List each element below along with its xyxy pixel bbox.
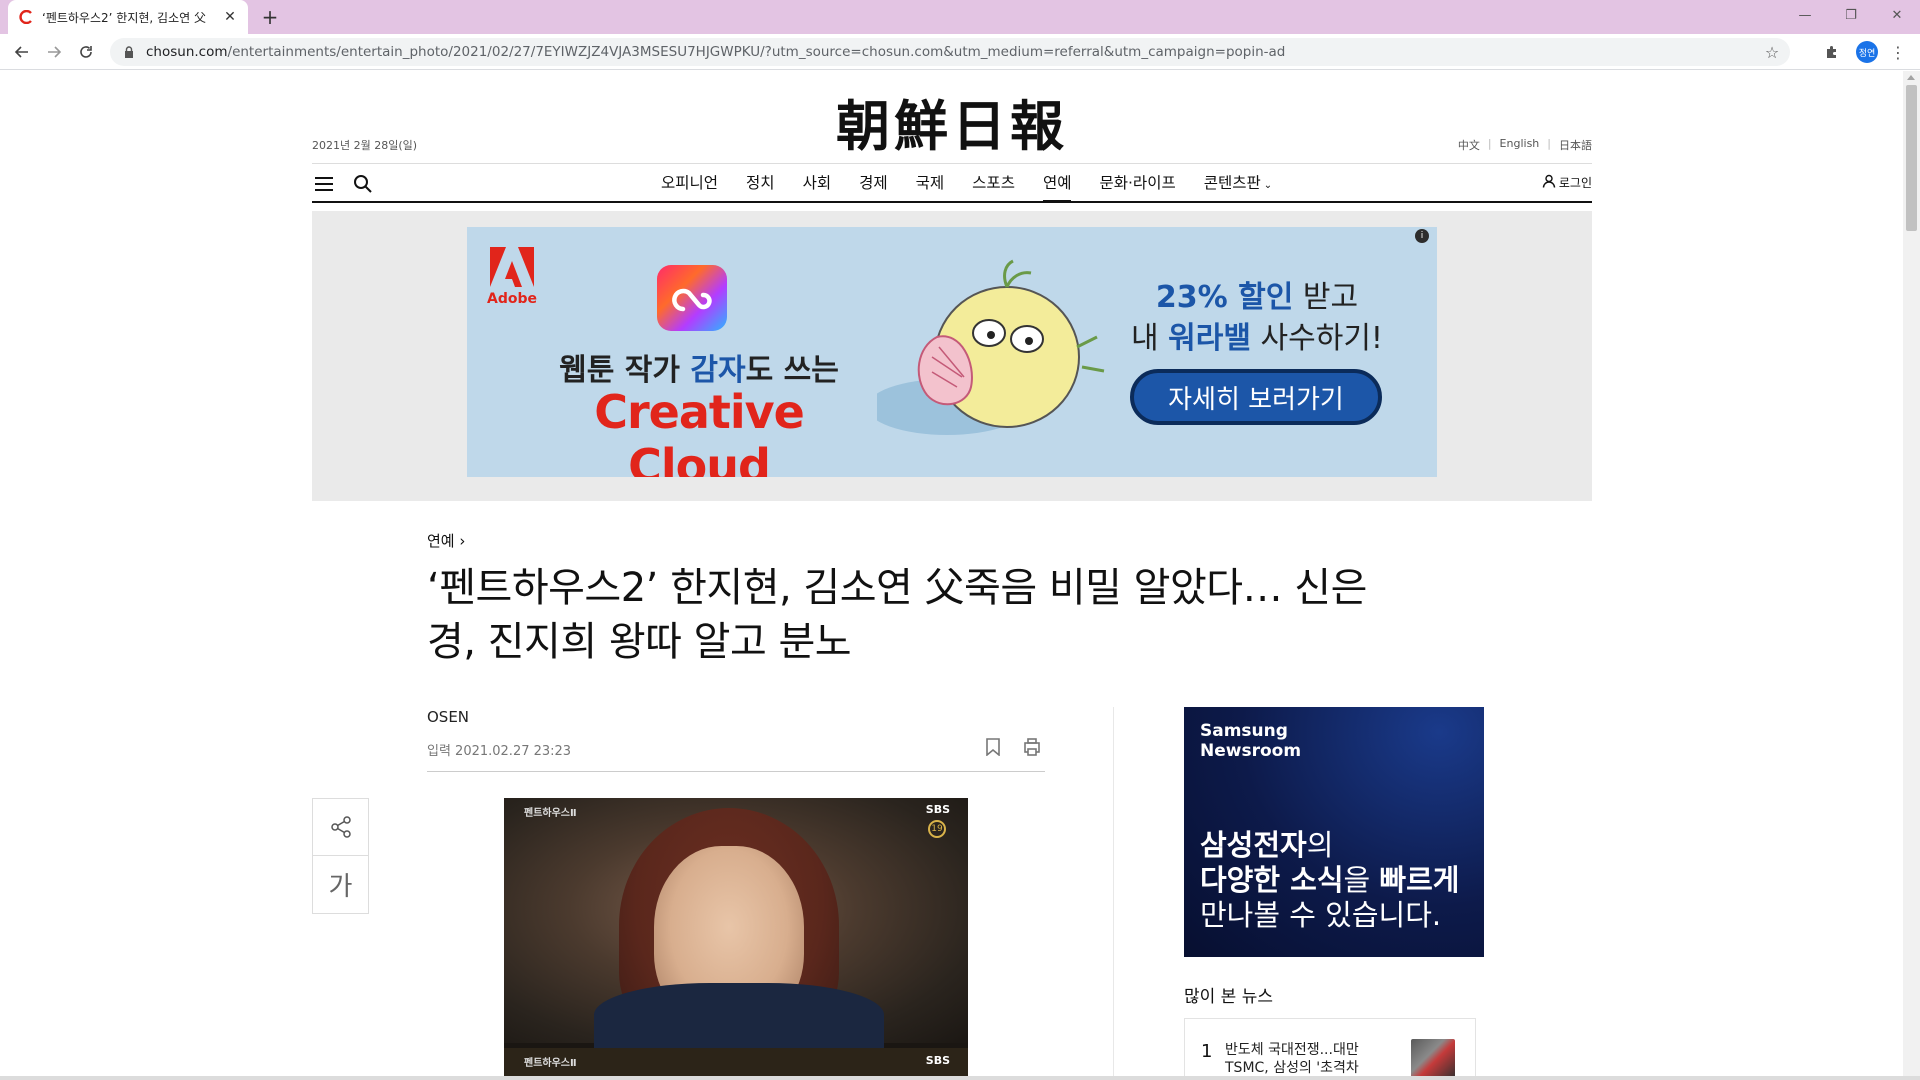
login-label: 로그인 [1558,176,1592,190]
article-photo[interactable]: 펜트하우스Ⅱ SBS 19 펜트하우스Ⅱ SBS [504,798,968,1080]
search-icon[interactable] [352,173,374,195]
hamburger-menu-icon[interactable] [314,174,334,194]
extensions-puzzle-icon[interactable] [1820,40,1844,64]
share-button[interactable] [313,799,368,856]
ad-headline-1: 웹툰 작가 감자도 쓰는 [559,353,839,388]
page-viewport: 朝鮮日報 2021년 2월 28일(일) 中文 | English | 日本語 … [0,71,1920,1080]
section-breadcrumb[interactable]: 연예 › [427,530,465,551]
article-headline: ‘펜트하우스2’ 한지현, 김소연 父죽음 비밀 알았다… 신은경, 진지희 왕… [427,565,1367,665]
ad-headline-2: Creative Cloud [594,385,805,477]
nav-item-politics[interactable]: 정치 [732,164,789,202]
nav-item-opinion[interactable]: 오피니언 [647,164,732,202]
photo-show-tag-2: 펜트하우스Ⅱ [524,1058,577,1069]
photo-rating-badge: 19 [928,820,946,838]
page-scrollbar[interactable] [1903,71,1920,1080]
column-divider [1113,707,1114,1080]
nav-item-content-label: 콘텐츠판 [1203,174,1261,192]
tab-title: ‘펜트하우스2’ 한지현, 김소연 父 [42,10,206,25]
url-text: chosun.com/entertainments/entertain_phot… [146,44,1286,60]
login-button[interactable]: 로그인 [1542,174,1592,191]
adobe-banner-ad[interactable]: i Adobe 웹툰 작가 감자도 쓰는 Creative Cloud 23% … [467,227,1437,477]
user-icon [1542,174,1556,191]
main-navigation: 오피니언 정치 사회 경제 국제 스포츠 연예 문화·라이프 콘텐츠판 ⌄ 로그인 [312,163,1592,203]
popular-rank: 1 [1201,1041,1213,1062]
ad-learn-more-button[interactable]: 자세히 보러가기 [1130,369,1382,425]
ad-discount-text: 23% 할인 받고 [1155,280,1359,315]
article-timestamp: 입력 2021.02.27 23:23 [427,744,572,759]
page-bottom-edge [0,1076,1920,1080]
samsung-newsroom-ad[interactable]: Samsung Newsroom 삼성전자의 다양한 소식을 빠르게 만나볼 수 … [1184,707,1484,957]
chosun-favicon-icon [18,9,34,25]
new-tab-button[interactable]: + [258,5,282,29]
reload-button[interactable] [74,40,98,64]
nav-item-entertainment[interactable]: 연예 [1029,164,1086,202]
article-side-tools: 가 [312,798,369,914]
bookmark-star-icon[interactable]: ☆ [1764,43,1780,62]
scroll-thumb[interactable] [1906,85,1917,231]
minimize-button[interactable]: — [1782,0,1828,30]
section-menu: 오피니언 정치 사회 경제 국제 스포츠 연예 문화·라이프 콘텐츠판 ⌄ [647,164,1286,202]
popular-headline: 반도체 국대전쟁...대만 TSMC, 삼성의 '초격차 [1225,1042,1359,1076]
nav-item-culture-life[interactable]: 문화·라이프 [1085,164,1189,202]
browser-toolbar: chosun.com/entertainments/entertain_phot… [0,34,1920,70]
tab-close-icon[interactable]: ✕ [222,9,238,25]
lang-chinese-link[interactable]: 中文 [1458,137,1480,153]
lang-separator: | [1547,137,1551,150]
chosun-logo[interactable]: 朝鮮日報 [812,91,1092,158]
photo-sbs-logo-2: SBS [925,1054,950,1067]
nav-item-society[interactable]: 사회 [789,164,846,202]
close-window-button[interactable]: ✕ [1874,0,1920,30]
lock-icon [122,45,136,59]
share-icon [330,816,351,838]
chevron-down-icon: ⌄ [1263,180,1273,191]
print-icon[interactable] [1020,735,1044,759]
ad-worklife-text: 내 워라밸 사수하기! [1131,321,1383,356]
nav-item-content[interactable]: 콘텐츠판 ⌄ [1190,164,1286,202]
nav-item-international[interactable]: 국제 [902,164,959,202]
adobe-logo: Adobe [487,247,537,317]
restore-button[interactable]: ❐ [1828,0,1874,30]
samsung-ad-line-1: 삼성전자의 [1200,828,1334,862]
byline-divider [427,771,1045,772]
browser-tab-active[interactable]: ‘펜트하우스2’ 한지현, 김소연 父 ✕ [8,0,248,34]
article-byline: OSEN [427,708,470,726]
samsung-ad-brand: Samsung Newsroom [1200,721,1302,761]
adobe-wordmark: Adobe [487,291,537,307]
creative-cloud-icon [657,265,727,331]
scroll-up-arrow-icon[interactable] [1907,75,1915,80]
nav-item-sports[interactable]: 스포츠 [958,164,1029,202]
current-date: 2021년 2월 28일(일) [312,139,418,152]
lang-japanese-link[interactable]: 日本語 [1559,137,1592,153]
font-size-button[interactable]: 가 [313,856,368,913]
popular-news-list: 1 반도체 국대전쟁...대만 TSMC, 삼성의 '초격차 [1184,1018,1476,1080]
potato-character-illustration [877,259,1105,435]
back-button[interactable] [10,40,34,64]
ad-info-icon[interactable]: i [1415,229,1429,243]
samsung-ad-line-3: 만나볼 수 있습니다. [1200,898,1442,932]
bookmark-icon[interactable] [982,735,1004,759]
top-ad-band: i Adobe 웹툰 작가 감자도 쓰는 Creative Cloud 23% … [312,211,1592,501]
popular-thumbnail [1411,1039,1455,1079]
lang-separator: | [1487,137,1492,150]
photo-sbs-logo: SBS [925,803,950,816]
language-links: 中文 | English | 日本語 [1458,137,1592,153]
photo-show-tag: 펜트하우스Ⅱ [524,808,577,819]
browser-menu-icon[interactable]: ⋮ [1886,40,1910,64]
address-bar[interactable]: chosun.com/entertainments/entertain_phot… [110,38,1790,66]
samsung-ad-line-2: 다양한 소식을 빠르게 [1200,863,1460,897]
popular-news-heading: 많이 본 뉴스 [1184,987,1274,1007]
nav-item-economy[interactable]: 경제 [845,164,902,202]
forward-button[interactable] [42,40,66,64]
browser-tab-strip: ‘펜트하우스2’ 한지현, 김소연 父 ✕ + — ❐ ✕ [0,0,1920,34]
profile-avatar[interactable]: 정연 [1856,41,1878,63]
lang-english-link[interactable]: English [1500,137,1540,153]
